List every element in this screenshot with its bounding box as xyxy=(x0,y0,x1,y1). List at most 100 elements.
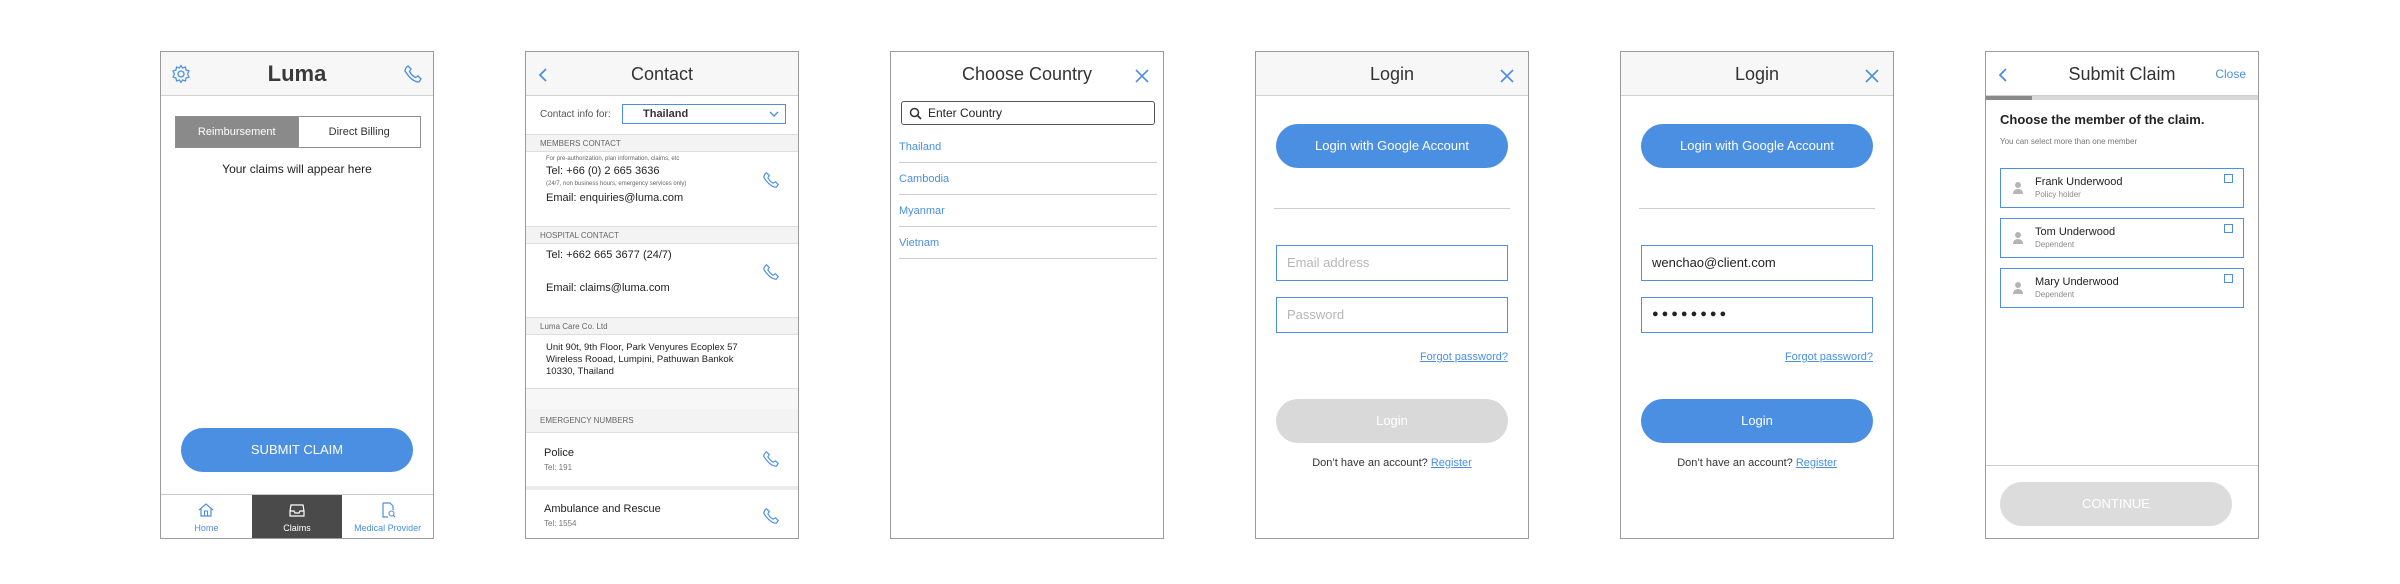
page-title: Contact xyxy=(630,64,694,84)
segment-reimbursement[interactable]: Reimbursement xyxy=(176,117,298,147)
home-header: Luma xyxy=(161,52,433,96)
members-email: Email: enquiries@luma.com xyxy=(546,192,684,204)
country-item-vietnam[interactable]: Vietnam xyxy=(899,227,1157,259)
search-placeholder: Enter Country xyxy=(928,106,1003,120)
claim-progress-fill xyxy=(1986,96,2033,100)
password-placeholder: Password xyxy=(1287,307,1345,322)
inbox-icon xyxy=(289,504,305,517)
phone-icon[interactable] xyxy=(762,171,780,189)
members-tel: Tel: +66 (0) 2 665 3636 xyxy=(546,165,660,177)
member-checkbox[interactable] xyxy=(2224,224,2233,233)
country-item-thailand[interactable]: Thailand xyxy=(899,131,1157,163)
choose-country-screen: Choose Country Enter Country Thailand Ca… xyxy=(890,51,1164,539)
tab-medical-provider-label: Medical Provider xyxy=(354,523,422,533)
login-button[interactable]: Login xyxy=(1641,399,1873,443)
section-spacer xyxy=(526,388,798,410)
continue-button[interactable]: CONTINUE xyxy=(2000,482,2232,526)
page-title: Choose Country xyxy=(961,64,1093,84)
emergency-numbers-header: EMERGENCY NUMBERS xyxy=(526,409,798,433)
divider xyxy=(526,486,798,490)
register-link[interactable]: Register xyxy=(1431,457,1472,469)
ambulance-label: Ambulance and Rescue xyxy=(544,503,661,515)
password-value: ●●●●●●●● xyxy=(1652,308,1730,320)
divider xyxy=(1986,465,2258,466)
member-card[interactable]: Mary Underwood Dependent xyxy=(2000,268,2244,308)
password-field[interactable]: Password xyxy=(1276,297,1508,333)
login-header: Login xyxy=(1256,52,1528,96)
login-button[interactable]: Login xyxy=(1276,399,1508,443)
ambulance-tel: Tel: 1554 xyxy=(544,519,577,528)
tab-claims-label: Claims xyxy=(283,523,311,533)
phone-icon[interactable] xyxy=(762,450,780,468)
person-icon xyxy=(2013,232,2023,244)
member-role: Dependent xyxy=(2035,240,2075,249)
submit-claim-button[interactable]: SUBMIT CLAIM xyxy=(181,428,413,472)
country-item-myanmar[interactable]: Myanmar xyxy=(899,195,1157,227)
close-icon[interactable] xyxy=(1135,69,1149,83)
country-header: Choose Country xyxy=(891,52,1163,96)
phone-icon[interactable] xyxy=(762,263,780,281)
claim-progress-bar xyxy=(1986,96,2258,100)
contact-screen: Contact Contact info for: Thailand MEMBE… xyxy=(525,51,799,539)
forgot-password-link[interactable]: Forgot password? xyxy=(1420,351,1508,363)
claims-type-segmented-control: Reimbursement Direct Billing xyxy=(175,116,421,148)
email-field[interactable]: Email address xyxy=(1276,245,1508,281)
chevron-down-icon xyxy=(769,111,779,117)
address-line-3: 10330, Thailand xyxy=(546,366,614,377)
member-name: Tom Underwood xyxy=(2035,226,2116,238)
hospital-contact-header: HOSPITAL CONTACT xyxy=(526,226,798,244)
forgot-password-link[interactable]: Forgot password? xyxy=(1785,351,1873,363)
phone-icon[interactable] xyxy=(762,507,780,525)
member-role: Policy holder xyxy=(2035,190,2081,199)
address-line-1: Unit 90t, 9th Floor, Park Venyures Ecopl… xyxy=(546,342,738,353)
tab-claims[interactable]: Claims xyxy=(251,495,343,538)
google-login-button[interactable]: Login with Google Account xyxy=(1641,124,1873,168)
login-header: Login xyxy=(1621,52,1893,96)
bottom-tab-bar: Home Claims Medical Provider xyxy=(161,494,433,538)
contact-for-label: Contact info for: xyxy=(540,109,611,120)
register-prompt: Don’t have an account? Register xyxy=(1621,457,1893,469)
tab-home[interactable]: Home xyxy=(161,495,252,538)
tab-medical-provider[interactable]: Medical Provider xyxy=(342,495,433,538)
register-link[interactable]: Register xyxy=(1796,457,1837,469)
company-header: Luma Care Co. Ltd xyxy=(526,317,798,335)
submit-claim-header: Submit Claim Close xyxy=(1986,52,2258,96)
member-card[interactable]: Frank Underwood Policy holder xyxy=(2000,168,2244,208)
empty-claims-message: Your claims will appear here xyxy=(222,162,372,176)
country-select-value: Thailand xyxy=(643,108,689,120)
divider xyxy=(1274,208,1510,209)
country-item-cambodia[interactable]: Cambodia xyxy=(899,163,1157,195)
home-icon xyxy=(198,503,214,517)
home-screen: Luma Reimbursement Direct Billing Your c… xyxy=(160,51,434,539)
close-icon[interactable] xyxy=(1865,69,1879,83)
contact-header: Contact xyxy=(526,52,798,96)
password-field[interactable]: ●●●●●●●● xyxy=(1641,297,1873,333)
member-card[interactable]: Tom Underwood Dependent xyxy=(2000,218,2244,258)
google-login-button[interactable]: Login with Google Account xyxy=(1276,124,1508,168)
register-prompt: Don’t have an account? Register xyxy=(1256,457,1528,469)
member-name: Frank Underwood xyxy=(2035,176,2123,188)
member-checkbox[interactable] xyxy=(2224,174,2233,183)
email-field[interactable]: wenchao@client.com xyxy=(1641,245,1873,281)
country-select[interactable]: Thailand xyxy=(622,104,786,124)
phone-icon[interactable] xyxy=(403,64,423,84)
hospital-tel: Tel: +662 665 3677 (24/7) xyxy=(546,249,672,261)
members-hours: (24/7, non business hours, emergency ser… xyxy=(546,181,687,187)
member-name: Mary Underwood xyxy=(2035,276,2119,288)
member-hint: You can select more than one member xyxy=(2000,137,2138,146)
search-icon xyxy=(909,107,922,120)
members-contact-header: MEMBERS CONTACT xyxy=(526,134,798,152)
no-account-text: Don’t have an account? xyxy=(1312,457,1428,469)
person-icon xyxy=(2013,182,2023,194)
member-checkbox[interactable] xyxy=(2224,274,2233,283)
country-search-input[interactable]: Enter Country xyxy=(901,101,1155,125)
page-title: Login xyxy=(1734,64,1780,84)
login-empty-screen: Login Login with Google Account Email ad… xyxy=(1255,51,1529,539)
segment-direct-billing[interactable]: Direct Billing xyxy=(297,117,420,147)
members-note: For pre-authorization, plan information,… xyxy=(546,156,680,162)
close-link[interactable]: Close xyxy=(2215,52,2246,96)
login-filled-screen: Login Login with Google Account wenchao@… xyxy=(1620,51,1894,539)
tab-home-label: Home xyxy=(194,523,219,533)
close-icon[interactable] xyxy=(1500,69,1514,83)
app-title: Luma xyxy=(267,61,327,86)
